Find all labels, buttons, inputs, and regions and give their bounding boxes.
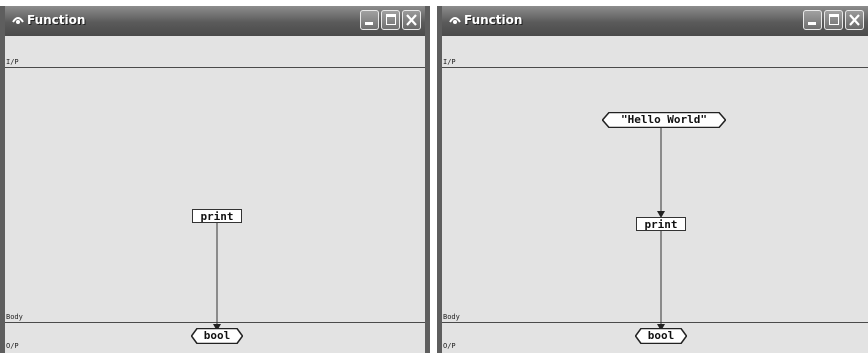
edges [657,128,665,331]
bool-node-label: bool [647,329,675,342]
hello-world-node-label: "Hello World" [620,113,708,126]
print-node[interactable]: print [192,209,242,223]
bool-node[interactable]: bool [635,328,687,344]
bool-node[interactable]: bool [191,328,243,344]
hello-world-node[interactable]: "Hello World" [602,112,726,128]
print-node[interactable]: print [636,217,686,231]
bool-node-label: bool [203,329,231,342]
function-window-2: Function I/P Body O/P "Hello World" prin… [437,6,868,353]
edges [213,222,221,331]
function-window-1: Function I/P Body O/P print bool [0,6,430,353]
